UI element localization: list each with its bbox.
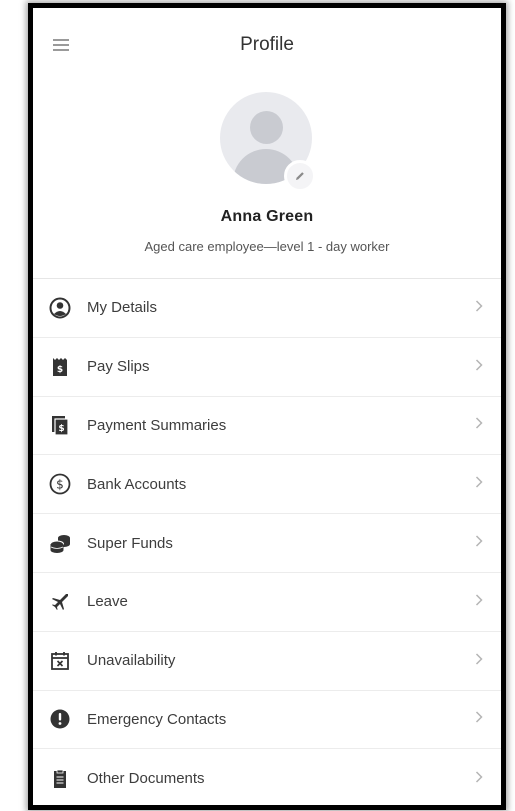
document-icon xyxy=(49,768,71,790)
chevron-right-icon xyxy=(475,475,483,493)
menu-item-payment-summaries[interactable]: $ Payment Summaries xyxy=(33,397,501,456)
menu-item-label: Emergency Contacts xyxy=(87,710,227,728)
dollar-circle-icon: $ xyxy=(49,473,71,495)
svg-text:$: $ xyxy=(57,365,63,375)
menu-item-label: Payment Summaries xyxy=(87,416,227,434)
chevron-right-icon xyxy=(475,770,483,788)
svg-text:$: $ xyxy=(58,424,64,434)
menu-item-leave[interactable]: Leave xyxy=(33,573,501,632)
profile-menu: My Details $ Pay Slips $ Payment Summari… xyxy=(33,279,501,805)
phone-screen: Profile Anna Green Aged care employee—le… xyxy=(28,3,506,810)
chevron-right-icon xyxy=(475,299,483,317)
page-title: Profile xyxy=(240,34,294,55)
profile-header: Profile Anna Green Aged care employee—le… xyxy=(33,8,501,279)
edit-avatar-button[interactable] xyxy=(284,160,316,192)
user-circle-icon xyxy=(49,297,71,319)
menu-item-label: Unavailability xyxy=(87,652,176,670)
menu-item-other-documents[interactable]: Other Documents xyxy=(33,749,501,805)
pay-slip-icon: $ xyxy=(49,356,71,378)
plane-icon xyxy=(49,591,71,613)
chevron-right-icon xyxy=(475,710,483,728)
menu-item-super-funds[interactable]: Super Funds xyxy=(33,514,501,573)
alert-icon xyxy=(49,708,71,730)
menu-item-label: Leave xyxy=(87,593,128,611)
menu-item-unavailability[interactable]: Unavailability xyxy=(33,632,501,691)
menu-item-pay-slips[interactable]: $ Pay Slips xyxy=(33,338,501,397)
avatar[interactable] xyxy=(220,92,316,192)
pencil-icon xyxy=(296,172,304,180)
menu-item-label: Other Documents xyxy=(87,770,205,788)
payment-summary-icon: $ xyxy=(49,414,71,437)
chevron-right-icon xyxy=(475,593,483,611)
menu-item-emergency-contacts[interactable]: Emergency Contacts xyxy=(33,691,501,750)
menu-item-bank-accounts[interactable]: $ Bank Accounts xyxy=(33,455,501,515)
menu-item-label: Super Funds xyxy=(87,534,173,552)
chevron-right-icon xyxy=(475,534,483,552)
chevron-right-icon xyxy=(475,652,483,670)
user-name: Anna Green xyxy=(220,208,314,225)
coins-icon xyxy=(49,532,71,554)
menu-item-my-details[interactable]: My Details xyxy=(33,279,501,338)
svg-text:$: $ xyxy=(56,478,64,492)
chevron-right-icon xyxy=(475,358,483,376)
menu-item-label: Pay Slips xyxy=(87,358,150,376)
chevron-right-icon xyxy=(475,416,483,434)
menu-item-label: My Details xyxy=(87,299,158,317)
menu-item-label: Bank Accounts xyxy=(87,475,187,493)
calendar-x-icon xyxy=(49,650,71,672)
user-role: Aged care employee—level 1 - day worker xyxy=(144,239,390,254)
